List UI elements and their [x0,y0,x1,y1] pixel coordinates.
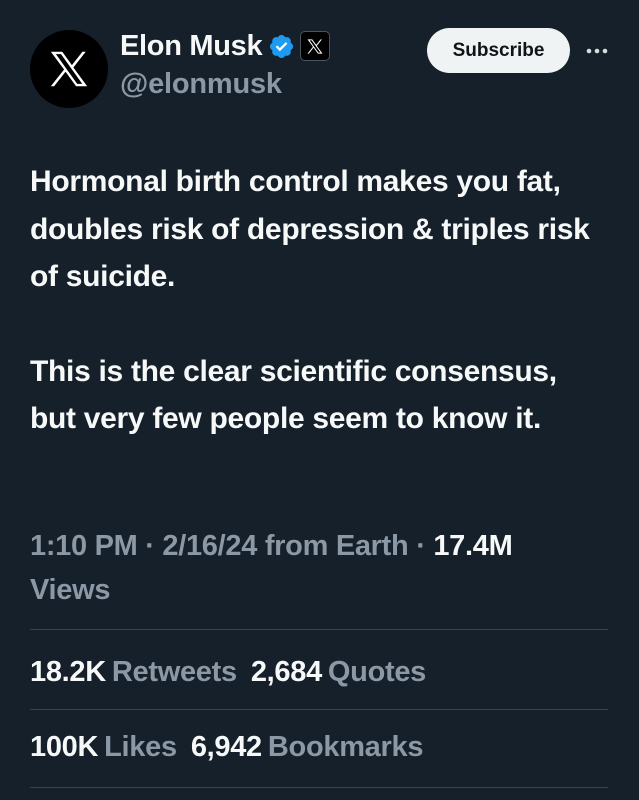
stats-row-likes: 100K Likes 6,942 Bookmarks [30,725,610,769]
author-handle[interactable]: @elonmusk [120,68,330,101]
quotes-count: 2,684 [250,655,322,688]
bookmarks-count: 6,942 [190,730,262,763]
subscribe-button[interactable]: Subscribe [427,28,570,73]
tweet-paragraph: Hormonal birth control makes you fat, do… [30,165,590,293]
tweet-date[interactable]: 2/16/24 [162,530,257,562]
tweet-header: Elon Musk @elonmusk Subscribe [30,28,610,110]
quotes-stat[interactable]: 2,684 Quotes [251,656,426,689]
author-display-name[interactable]: Elon Musk [120,30,263,63]
retweets-label: Retweets [111,655,237,688]
more-dots-icon [586,48,608,54]
stats-row-reposts: 18.2K Retweets 2,684 Quotes [30,650,610,694]
views-count: 17.4M [433,530,513,562]
tweet-time[interactable]: 1:10 PM [30,530,138,562]
name-row: Elon Musk [120,28,331,64]
retweets-stat[interactable]: 18.2K Retweets [30,656,237,689]
divider [30,709,608,710]
divider [30,629,608,630]
tweet-paragraph: This is the clear scientific consensus, … [30,354,557,436]
likes-count: 100K [30,730,99,763]
x-affiliate-icon [307,38,323,54]
likes-label: Likes [104,730,177,763]
meta-separator: · [137,530,163,562]
views-label: Views [30,574,111,606]
tweet-text: Hormonal birth control makes you fat, do… [30,158,610,443]
affiliate-badge[interactable] [300,31,331,61]
divider [30,787,608,788]
tweet-meta: 1:10 PM · 2/16/24 from Earth · 17.4M View… [30,524,610,612]
retweets-count: 18.2K [30,655,106,688]
more-button[interactable] [582,36,612,66]
likes-stat[interactable]: 100K Likes [30,731,177,764]
x-logo-icon [50,51,88,87]
author-block: Elon Musk @elonmusk [120,28,331,101]
bookmarks-stat[interactable]: 6,942 Bookmarks [190,730,424,764]
meta-separator: · [408,530,434,562]
bookmarks-label: Bookmarks [267,730,424,763]
avatar[interactable] [30,30,108,108]
verified-badge-icon[interactable] [268,33,295,60]
quotes-label: Quotes [327,655,427,688]
tweet-source: from Earth [264,530,409,562]
